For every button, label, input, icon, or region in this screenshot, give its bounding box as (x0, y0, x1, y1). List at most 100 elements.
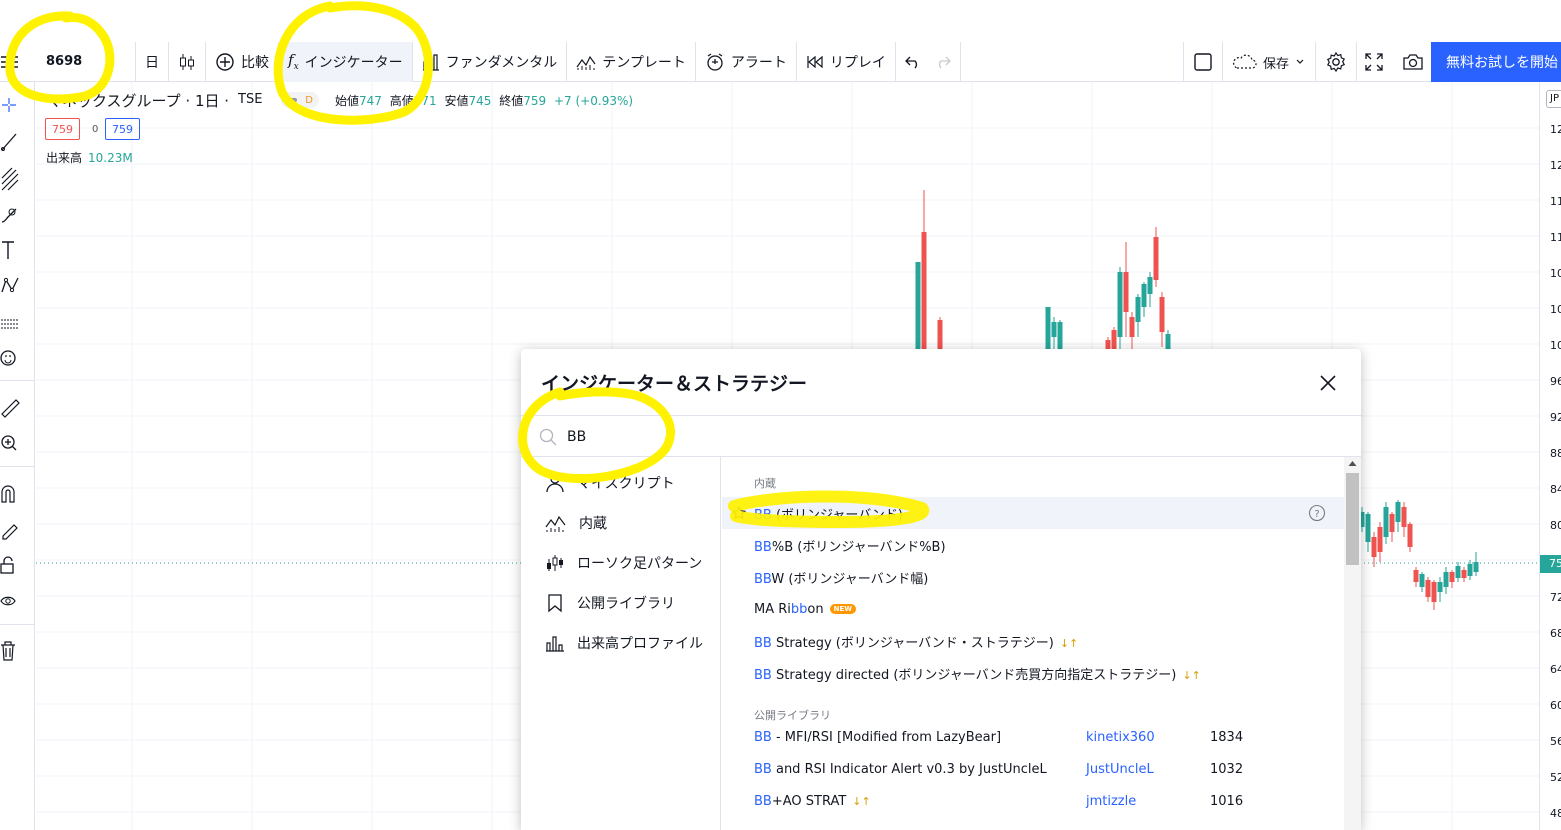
symbol-label: 8698 (46, 54, 83, 69)
symbol-search-button[interactable]: 8698 (0, 41, 136, 82)
menu-button[interactable] (0, 42, 20, 82)
chart-type-button[interactable] (169, 41, 206, 82)
indicator-row-bbw[interactable]: BBW (ボリンジャーバンド幅) (722, 561, 1344, 593)
help-icon[interactable]: ? (1308, 504, 1326, 522)
currency-tag[interactable]: JP (1546, 90, 1561, 108)
chart-title: マネックスグループ · 1日 · (47, 92, 230, 110)
interval-button[interactable]: 日 (136, 41, 169, 82)
lock-icon[interactable] (0, 552, 26, 578)
layout-button[interactable] (1183, 42, 1223, 82)
sell-price-button[interactable]: 759 (45, 118, 80, 140)
volume-label: 出来高 (46, 151, 83, 165)
chart-icon (545, 515, 566, 532)
indicator-row-ma-ribbon[interactable]: MA Ribbon NEW (722, 593, 1344, 625)
trend-line-icon[interactable] (0, 130, 26, 156)
sidebar-item-label: マイスクリプト (577, 476, 675, 492)
buy-price-button[interactable]: 759 (105, 118, 140, 140)
ruler-icon[interactable] (0, 394, 26, 420)
prediction-tool-icon[interactable] (0, 310, 26, 336)
script-author-link[interactable]: JustUncleL (1086, 762, 1154, 777)
sidebar-item-volume-profile[interactable]: 出来高プロファイル (545, 631, 703, 655)
price-axis-label: 84 (1550, 483, 1561, 496)
snapshot-button[interactable] (1393, 42, 1433, 82)
script-author-link[interactable]: jmtizzle (1086, 794, 1136, 809)
script-author-link[interactable]: kinetix360 (1086, 730, 1155, 745)
compare-button[interactable]: 比較 (206, 41, 279, 82)
price-axis[interactable]: 1212111110101096928884807672686460565248 (1539, 82, 1561, 830)
top-toolbar: 8698 日 比較 fx インジケーター ファンダメンタル テンプレート アラー… (0, 41, 1561, 82)
magnet-icon[interactable] (0, 480, 26, 506)
star-icon[interactable] (732, 506, 746, 520)
candle-body (1461, 570, 1467, 578)
user-icon (546, 474, 564, 493)
indicator-row-bbpb[interactable]: BB%B (ボリンジャーバンド%B) (722, 529, 1344, 561)
price-axis-label: 52 (1550, 771, 1561, 784)
market-status-badge[interactable]: D (281, 92, 319, 108)
brush-icon[interactable] (0, 202, 26, 228)
search-input[interactable] (567, 426, 1327, 448)
open-label: 始値 (335, 94, 360, 108)
pattern-tool-icon[interactable] (0, 274, 26, 300)
indicator-row-bb[interactable]: BB (ボリンジャーバンド) ? (722, 497, 1344, 529)
candles-icon (547, 555, 563, 571)
templates-button[interactable]: テンプレート (567, 41, 696, 82)
scroll-thumb[interactable] (1346, 473, 1359, 565)
alert-button[interactable]: アラート (696, 41, 797, 82)
sidebar-item-public-library[interactable]: 公開ライブラリ (545, 591, 675, 615)
results-scrollbar[interactable] (1344, 457, 1361, 830)
script-likes: 1032 (1210, 761, 1244, 777)
indicator-name: BB (ボリンジャーバンド) (754, 507, 903, 523)
script-name: BB+AO STRAT ↓↑ (754, 793, 871, 809)
scroll-up-icon[interactable] (1348, 460, 1357, 467)
script-row[interactable]: BB+AO STRAT ↓↑ jmtizzle 1016 (722, 785, 1344, 817)
strategy-arrows-icon: ↓↑ (852, 794, 871, 808)
candle-body (1117, 272, 1123, 337)
candle-body (1431, 582, 1437, 602)
emoji-icon[interactable] (0, 346, 26, 372)
price-axis-label: 80 (1550, 519, 1561, 532)
script-row[interactable]: BB - MFI/RSI [Modified from LazyBear] ki… (722, 721, 1344, 753)
redo-icon[interactable] (935, 55, 951, 69)
crosshair-icon[interactable] (0, 96, 26, 122)
candle-body (1395, 502, 1401, 522)
save-button[interactable]: 保存 (1222, 42, 1316, 82)
script-name: BB - MFI/RSI [Modified from LazyBear] (754, 729, 1002, 745)
candle-body (1419, 574, 1425, 587)
candle-body (1111, 330, 1117, 350)
fib-tool-icon[interactable] (0, 166, 26, 192)
text-tool-icon[interactable] (0, 238, 26, 264)
settings-button[interactable] (1316, 42, 1357, 82)
sidebar-item-candle-patterns[interactable]: ローソク足パターン (545, 551, 702, 575)
lock-pencil-icon[interactable] (0, 516, 26, 542)
candle-body (1159, 297, 1165, 332)
free-trial-button[interactable]: 無料お試しを開始 (1431, 42, 1561, 82)
zoom-in-icon[interactable] (0, 430, 26, 456)
indicator-results-list: 内蔵 BB (ボリンジャーバンド) ? BB%B (ボリンジャーバンド%B) B… (722, 457, 1344, 830)
fullscreen-icon (1365, 53, 1383, 71)
candle-body (1045, 307, 1051, 350)
close-icon[interactable] (1316, 371, 1340, 395)
script-row[interactable]: BB and RSI Indicator Alert v0.3 by JustU… (722, 753, 1344, 785)
sidebar-item-builtin[interactable]: 内蔵 (545, 511, 607, 535)
indicator-row-bb-strategy-directed[interactable]: BB Strategy directed (ボリンジャーバンド売買方向指定ストラ… (722, 657, 1344, 689)
bookmark-icon (548, 594, 562, 613)
price-axis-label: 10 (1550, 267, 1561, 280)
fundamentals-button[interactable]: ファンダメンタル (413, 41, 568, 82)
replay-button[interactable]: リプレイ (797, 41, 896, 82)
indicator-name: BB%B (ボリンジャーバンド%B) (754, 539, 946, 555)
trash-icon[interactable] (0, 638, 26, 664)
indicators-button[interactable]: fx インジケーター (279, 41, 413, 82)
dialog-title: インジケーター＆ストラテジー (541, 373, 808, 395)
sidebar-item-my-scripts[interactable]: マイスクリプト (545, 471, 675, 495)
bar-chart-icon (422, 53, 439, 71)
indicator-name: BBW (ボリンジャーバンド幅) (754, 571, 929, 587)
replay-label: リプレイ (829, 54, 886, 71)
price-axis-label: 60 (1550, 699, 1561, 712)
script-likes: 1016 (1210, 793, 1244, 809)
candle-body (1051, 322, 1057, 337)
hamburger-icon (1, 56, 18, 68)
fullscreen-button[interactable] (1355, 42, 1393, 82)
eye-icon[interactable] (0, 588, 26, 614)
undo-icon[interactable] (904, 55, 921, 69)
indicator-row-bb-strategy[interactable]: BB Strategy (ボリンジャーバンド・ストラテジー) ↓↑ (722, 625, 1344, 657)
